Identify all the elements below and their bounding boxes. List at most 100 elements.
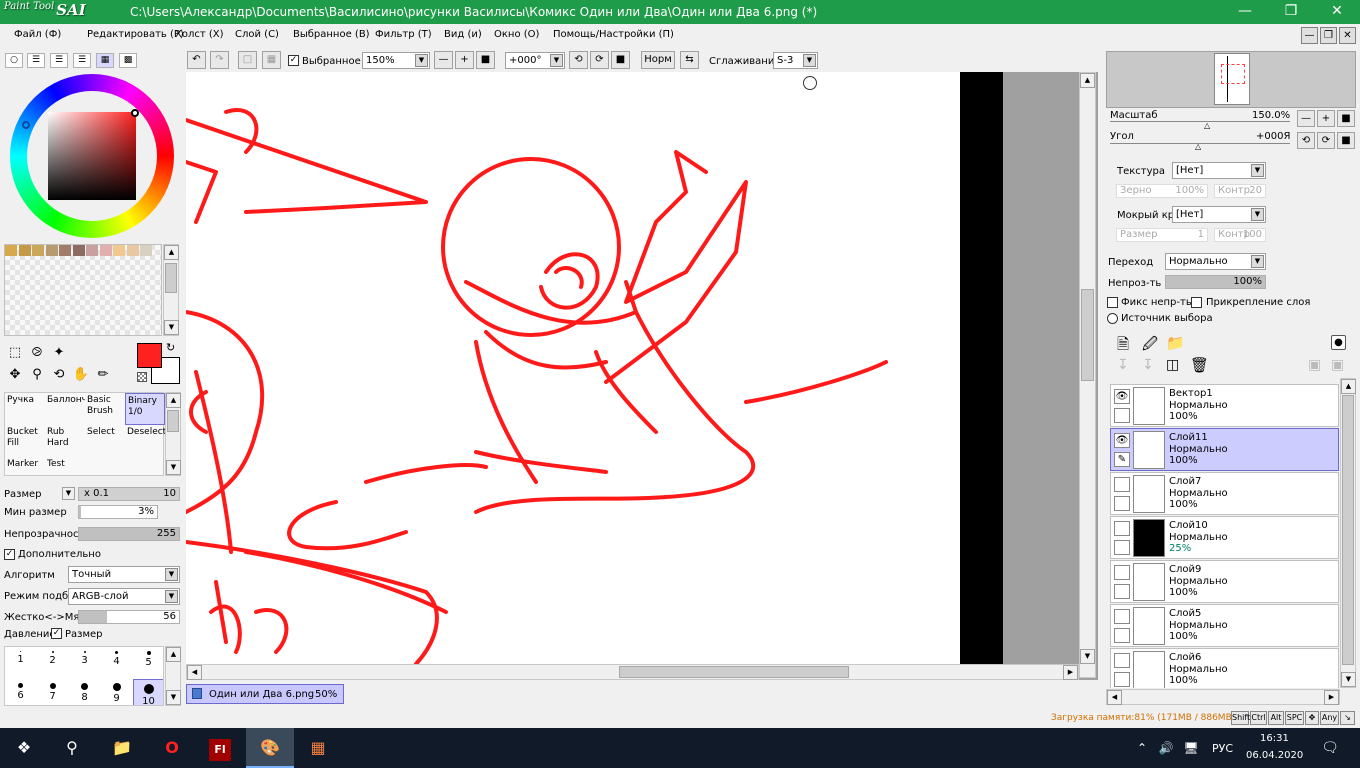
scroll-up-icon[interactable]: ▲ — [166, 393, 181, 408]
mdi-minimize-icon[interactable]: — — [1301, 27, 1318, 44]
eye-icon[interactable]: 👁 — [1114, 433, 1130, 448]
lasso-icon[interactable]: ⧁ — [28, 344, 46, 362]
texture-combo[interactable]: [Нет] ▼ — [1172, 162, 1266, 179]
size-cell[interactable]: 8 — [69, 679, 100, 705]
scroll-left-icon[interactable]: ◀ — [1107, 690, 1122, 705]
pencil-icon[interactable] — [1114, 408, 1130, 423]
notifications-icon[interactable]: 🗨 — [1310, 728, 1350, 768]
opera-icon[interactable]: O — [148, 728, 196, 768]
layer-row[interactable]: 👁 ✎ Слой11 Нормально 100% — [1110, 428, 1339, 471]
layer-opacity-slider[interactable]: 100% — [1165, 275, 1266, 289]
undo-icon[interactable]: ↶ — [187, 51, 206, 69]
navigator-preview[interactable] — [1214, 53, 1250, 105]
navigator[interactable] — [1106, 51, 1356, 108]
menu-edit[interactable]: Редактировать (Р) — [87, 29, 184, 40]
brush-marker[interactable]: Marker — [5, 457, 45, 475]
size-cell[interactable]: 4 — [101, 647, 132, 675]
menu-view[interactable]: Вид (и) — [444, 29, 482, 40]
size-cell[interactable]: 6 — [5, 679, 36, 705]
hardness-slider[interactable]: 56 — [78, 610, 180, 624]
resize-grip-icon[interactable]: ↘ — [1340, 711, 1355, 725]
color-wheel-tab-icon[interactable]: ○ — [5, 53, 23, 68]
scroll-up-icon[interactable]: ▲ — [164, 245, 179, 260]
canvas-vscroll[interactable]: ▲ ▼ — [1079, 72, 1096, 678]
rotate-right-icon[interactable]: ⟳ — [590, 51, 609, 69]
eye-icon[interactable]: 👁 — [1114, 389, 1130, 404]
layer-hscroll[interactable]: ◀ ▶ — [1106, 689, 1340, 705]
scroll-down-icon[interactable]: ▼ — [166, 690, 181, 705]
menu-file[interactable]: Файл (Ф) — [14, 29, 61, 40]
scroll-down-icon[interactable]: ▼ — [1080, 649, 1095, 664]
smoothing-combo[interactable]: S-3 ▼ — [773, 52, 818, 69]
canvas-hscroll[interactable]: ◀ ▶ — [186, 664, 1079, 680]
pencil-icon[interactable] — [1114, 540, 1130, 555]
wet-edge-combo[interactable]: [Нет] ▼ — [1172, 206, 1266, 223]
saturation-value-square[interactable] — [48, 112, 136, 200]
volume-icon[interactable]: 🔊 — [1155, 728, 1177, 768]
brush-select[interactable]: Select — [85, 425, 125, 457]
color-swatch[interactable] — [140, 245, 152, 256]
color-swatch[interactable] — [59, 245, 71, 256]
brush-deselect[interactable]: Deselect — [125, 425, 165, 457]
layer-row[interactable]: Слой9 Нормально 100% — [1110, 560, 1339, 603]
scroll-down-icon[interactable]: ▼ — [164, 320, 179, 335]
zoom-reset-icon[interactable]: ■ — [476, 51, 495, 69]
layer-mask-icon[interactable]: ● — [1331, 335, 1346, 350]
shift-key-button[interactable]: Shift — [1231, 711, 1250, 725]
zoom-icon[interactable]: ⚲ — [28, 366, 46, 384]
selection-source-radio[interactable] — [1107, 313, 1118, 324]
scroll-thumb[interactable] — [1342, 395, 1354, 665]
move-icon[interactable]: ✥ — [6, 366, 24, 384]
norm-button[interactable]: Норм — [641, 51, 675, 69]
canvas-area[interactable]: ▲ ▼ ◀ ▶ — [186, 72, 1098, 680]
layer-row[interactable]: Слой7 Нормально 100% — [1110, 472, 1339, 515]
rect-select-icon[interactable]: ⬚ — [6, 344, 24, 362]
color-swatch[interactable] — [45, 245, 58, 256]
magic-wand-icon[interactable]: ✦ — [50, 344, 68, 362]
scroll-up-icon[interactable]: ▲ — [166, 647, 181, 662]
tray-chevron-icon[interactable]: ⌃ — [1132, 728, 1152, 768]
pick-mode-combo[interactable]: ARGB-слой ▼ — [68, 588, 180, 605]
paint-tool-sai-icon[interactable]: 🎨 — [246, 728, 294, 768]
pencil-icon[interactable] — [1114, 584, 1130, 599]
nav-rotate-right-icon[interactable]: ⟳ — [1317, 132, 1335, 149]
size-cell[interactable]: 9 — [101, 679, 132, 705]
color-swatch[interactable] — [32, 245, 44, 256]
pencil-icon[interactable] — [1114, 628, 1130, 643]
eye-icon[interactable] — [1114, 477, 1130, 492]
clip-layer-checkbox[interactable] — [1191, 297, 1202, 308]
min-size-slider[interactable]: 3% — [78, 505, 158, 519]
invert-selection-icon[interactable]: ▦ — [262, 51, 281, 69]
color-swatch[interactable] — [72, 245, 85, 256]
hand-icon[interactable]: ✋ — [72, 366, 90, 384]
scroll-thumb[interactable] — [1081, 289, 1094, 381]
scroll-up-icon[interactable]: ▲ — [1341, 379, 1356, 394]
scroll-down-icon[interactable]: ▼ — [1341, 672, 1356, 687]
rotate-icon[interactable]: ⟲ — [50, 366, 68, 384]
windows-start-icon[interactable]: ❖ — [0, 728, 48, 768]
zoom-in-icon[interactable]: + — [455, 51, 474, 69]
clock-time[interactable]: 16:31 — [1260, 733, 1289, 744]
size-cell[interactable]: 5 — [133, 647, 163, 675]
advanced-checkbox[interactable]: ✓ — [4, 549, 15, 560]
network-icon[interactable]: 🖥 — [1180, 728, 1202, 768]
hsv-slider-tab-icon[interactable]: ☰ — [50, 53, 68, 68]
layer-row[interactable]: Слой6 Нормально 100% — [1110, 648, 1339, 688]
menu-help[interactable]: Помощь/Настройки (П) — [553, 29, 674, 40]
scroll-up-icon[interactable]: ▲ — [1080, 73, 1095, 88]
swatch-scrollbar[interactable]: ▲ ▼ — [163, 244, 179, 336]
mixer-tab-icon[interactable]: ☰ — [73, 53, 91, 68]
brush-bucket[interactable]: Bucket Fill — [5, 425, 45, 457]
scale-thumb-icon[interactable]: △ — [1204, 121, 1210, 130]
rotate-reset-icon[interactable]: ■ — [611, 51, 630, 69]
scroll-right-icon[interactable]: ▶ — [1063, 665, 1078, 680]
redo-icon[interactable]: ↷ — [210, 51, 229, 69]
transparent-color-icon[interactable] — [137, 372, 147, 382]
pencil-icon[interactable] — [1114, 496, 1130, 511]
merge-down-icon[interactable]: ↧ — [1142, 357, 1154, 373]
fix-opacity-checkbox[interactable] — [1107, 297, 1118, 308]
nav-rotate-reset-icon[interactable]: ■ — [1337, 132, 1355, 149]
new-folder-icon[interactable]: 📁 — [1166, 334, 1185, 352]
flash-icon[interactable]: Fl — [196, 728, 244, 768]
nav-rotate-left-icon[interactable]: ⟲ — [1297, 132, 1315, 149]
